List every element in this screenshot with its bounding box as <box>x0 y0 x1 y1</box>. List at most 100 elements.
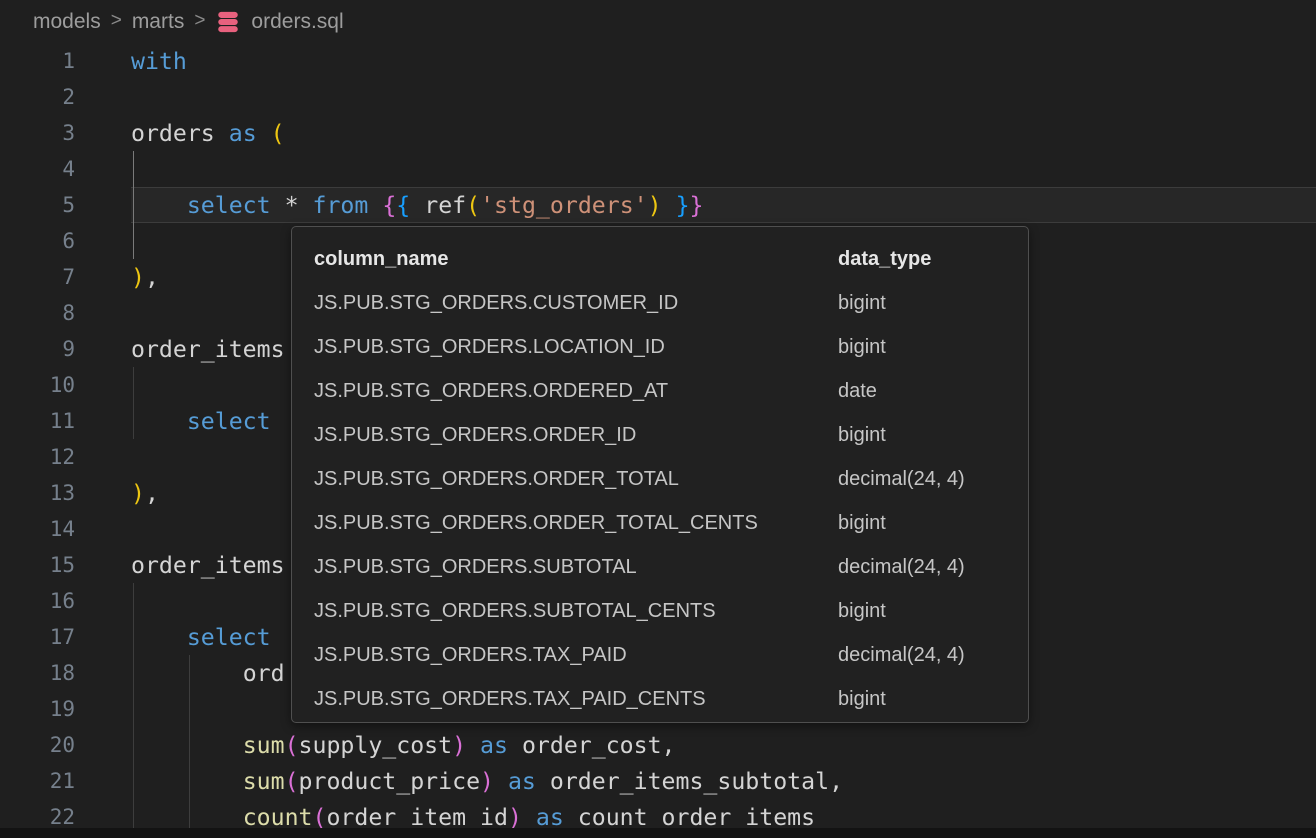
line-number: 12 <box>0 445 75 469</box>
code-token <box>410 192 424 219</box>
code-text: ), <box>75 264 159 291</box>
table-row: JS.PUB.STG_ORDERS.TAX_PAID_CENTSbigint <box>314 677 1028 721</box>
code-token: , <box>829 768 843 795</box>
code-token: order_items <box>131 336 285 363</box>
code-token: order_item_id <box>326 804 507 831</box>
code-token: sum <box>243 732 285 759</box>
data-type-cell: date <box>838 380 1028 403</box>
code-text: orders as ( <box>75 120 285 147</box>
line-number: 11 <box>0 409 75 433</box>
line-number: 18 <box>0 661 75 685</box>
line-number: 1 <box>0 49 75 73</box>
code-token: ) <box>131 264 145 291</box>
column-name-cell: JS.PUB.STG_ORDERS.SUBTOTAL <box>314 556 838 579</box>
code-token: ord <box>243 660 285 687</box>
line-number: 21 <box>0 769 75 793</box>
line-number: 13 <box>0 481 75 505</box>
table-row: JS.PUB.STG_ORDERS.TAX_PAIDdecimal(24, 4) <box>314 633 1028 677</box>
line-number: 17 <box>0 625 75 649</box>
code-token: ref <box>424 192 466 219</box>
indent-guide-line <box>133 367 134 403</box>
code-token: order_items_subtotal <box>550 768 829 795</box>
code-text: with <box>75 48 187 75</box>
code-token <box>494 768 508 795</box>
line-number: 20 <box>0 733 75 757</box>
code-token: * <box>285 192 299 219</box>
hover-table-header: column_name data_type <box>314 237 1028 281</box>
code-token: } <box>690 192 704 219</box>
line-number: 7 <box>0 265 75 289</box>
indent-guide-line <box>133 583 134 619</box>
code-token <box>131 732 243 759</box>
code-token <box>368 192 382 219</box>
code-token: ( <box>271 120 285 147</box>
data-type-cell: bigint <box>838 424 1028 447</box>
data-type-cell: bigint <box>838 292 1028 315</box>
code-text: ), <box>75 480 159 507</box>
code-token <box>131 768 243 795</box>
code-token <box>299 192 313 219</box>
code-token: product_price <box>299 768 480 795</box>
code-text: select * from {{ ref('stg_orders') }} <box>75 192 704 219</box>
column-name-cell: JS.PUB.STG_ORDERS.LOCATION_ID <box>314 336 838 359</box>
code-token: supply_cost <box>299 732 453 759</box>
code-token: count <box>243 804 313 831</box>
code-line[interactable]: 3orders as ( <box>0 115 1316 151</box>
code-token: orders <box>131 120 215 147</box>
code-token: , <box>145 264 159 291</box>
indent-guide-line <box>133 223 134 259</box>
code-token: sum <box>243 768 285 795</box>
table-row: JS.PUB.STG_ORDERS.ORDER_TOTALdecimal(24,… <box>314 457 1028 501</box>
chevron-right-icon: > <box>194 10 205 32</box>
code-token: ) <box>648 192 662 219</box>
indent-guide-line <box>133 691 134 727</box>
code-token <box>131 408 187 435</box>
data-type-cell: decimal(24, 4) <box>838 468 1028 491</box>
column-name-cell: JS.PUB.STG_ORDERS.CUSTOMER_ID <box>314 292 838 315</box>
data-type-cell: bigint <box>838 600 1028 623</box>
code-token: ) <box>452 732 466 759</box>
code-text: sum(supply_cost) as order_cost, <box>75 732 676 759</box>
code-line[interactable]: 21 sum(product_price) as order_items_sub… <box>0 763 1316 799</box>
code-token: , <box>145 480 159 507</box>
code-token <box>466 732 480 759</box>
line-number: 19 <box>0 697 75 721</box>
code-line[interactable]: 2 <box>0 79 1316 115</box>
column-name-cell: JS.PUB.STG_ORDERS.TAX_PAID_CENTS <box>314 688 838 711</box>
code-token <box>508 732 522 759</box>
code-token: select <box>187 408 271 435</box>
code-token: ) <box>508 804 522 831</box>
hover-popup: column_name data_type JS.PUB.STG_ORDERS.… <box>291 226 1029 723</box>
data-type-cell: bigint <box>838 688 1028 711</box>
breadcrumb-item-marts[interactable]: marts <box>132 10 185 34</box>
code-line[interactable]: 20 sum(supply_cost) as order_cost, <box>0 727 1316 763</box>
breadcrumb-item-file[interactable]: orders.sql <box>251 10 343 34</box>
code-line[interactable]: 1with <box>0 43 1316 79</box>
code-token: as <box>480 732 508 759</box>
code-token: as <box>536 804 564 831</box>
code-token: ( <box>285 768 299 795</box>
code-token: { <box>382 192 396 219</box>
data-type-cell: bigint <box>838 512 1028 535</box>
line-number: 8 <box>0 301 75 325</box>
table-row: JS.PUB.STG_ORDERS.SUBTOTAL_CENTSbigint <box>314 589 1028 633</box>
code-text: sum(product_price) as order_items_subtot… <box>75 768 843 795</box>
code-token: ( <box>285 732 299 759</box>
hover-table-body: JS.PUB.STG_ORDERS.CUSTOMER_IDbigintJS.PU… <box>314 281 1028 721</box>
code-token: select <box>187 624 271 651</box>
code-token: { <box>396 192 410 219</box>
line-number: 5 <box>0 193 75 217</box>
column-name-cell: JS.PUB.STG_ORDERS.ORDER_ID <box>314 424 838 447</box>
panel-edge <box>0 828 1316 838</box>
line-number: 22 <box>0 805 75 829</box>
line-number: 9 <box>0 337 75 361</box>
breadcrumb-item-models[interactable]: models <box>33 10 101 34</box>
code-line[interactable]: 5 select * from {{ ref('stg_orders') }} <box>0 187 1316 223</box>
code-text: count(order_item_id) as count_order_item… <box>75 804 815 831</box>
code-token <box>536 768 550 795</box>
code-token <box>215 120 229 147</box>
code-token <box>131 804 243 831</box>
code-token: as <box>508 768 536 795</box>
code-token <box>257 120 271 147</box>
code-line[interactable]: 4 <box>0 151 1316 187</box>
